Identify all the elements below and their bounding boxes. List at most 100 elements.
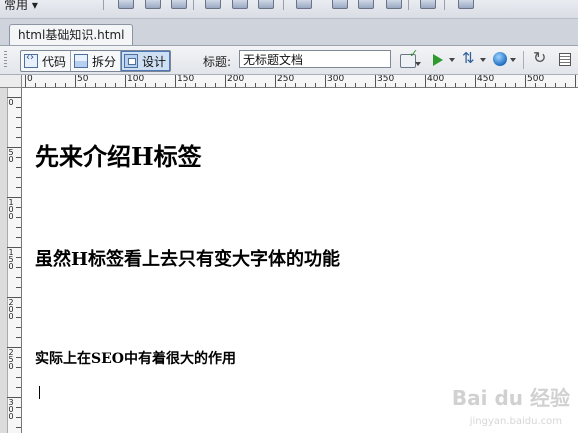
watermark-logo: Bai du 经验 bbox=[451, 386, 570, 410]
ruler-tick bbox=[16, 327, 21, 328]
ruler-tick bbox=[16, 237, 21, 238]
ruler-tick bbox=[16, 417, 21, 418]
ruler-tick bbox=[95, 83, 96, 87]
ruler-label: 50 bbox=[8, 148, 14, 164]
comment-icon[interactable] bbox=[386, 0, 402, 9]
document-toolbar: 代码 拆分 设计 标题: bbox=[0, 46, 578, 75]
ruler-tick bbox=[16, 177, 21, 178]
date-icon[interactable] bbox=[332, 0, 348, 9]
div-icon[interactable] bbox=[232, 0, 248, 9]
validate-markup-icon[interactable] bbox=[400, 47, 421, 68]
ruler-tick bbox=[375, 75, 376, 87]
ruler-label: 250 bbox=[8, 348, 14, 371]
ruler-tick bbox=[16, 317, 21, 318]
document-tab[interactable]: html基础知识.html bbox=[9, 24, 134, 45]
ruler-tick bbox=[16, 227, 21, 228]
view-options-icon[interactable] bbox=[557, 51, 575, 69]
code-view-button[interactable]: 代码 bbox=[21, 51, 72, 71]
ruler-tick bbox=[275, 75, 276, 87]
preview-in-browser-icon[interactable] bbox=[492, 51, 516, 69]
media-icon[interactable] bbox=[296, 0, 312, 9]
ruler-tick bbox=[16, 307, 21, 308]
ruler-tick bbox=[305, 83, 306, 87]
ruler-tick bbox=[35, 83, 36, 87]
ruler-tick bbox=[525, 75, 526, 87]
ruler-tick bbox=[405, 83, 406, 87]
ruler-origin[interactable] bbox=[0, 75, 22, 88]
document-tab-bar: html基础知识.html bbox=[0, 19, 578, 46]
ruler-tick bbox=[465, 83, 466, 87]
ruler-tick bbox=[355, 83, 356, 87]
horizontal-ruler[interactable]: 0 50 100 150 200 250 300 350 400 450 500 bbox=[22, 75, 578, 88]
ruler-tick bbox=[16, 427, 21, 428]
file-management-icon[interactable] bbox=[462, 49, 486, 69]
page-heading-h4[interactable]: 实际上在SEO中有着很大的作用 bbox=[35, 348, 236, 368]
document-title-input[interactable] bbox=[239, 50, 391, 68]
anchor-icon[interactable] bbox=[171, 0, 187, 9]
ruler-label: 300 bbox=[8, 398, 14, 421]
template-icon[interactable] bbox=[420, 0, 436, 9]
ruler-tick bbox=[16, 377, 21, 378]
ruler-tick bbox=[295, 83, 296, 87]
split-view-button[interactable]: 拆分 bbox=[71, 51, 122, 71]
ruler-tick bbox=[16, 217, 21, 218]
email-link-icon[interactable] bbox=[145, 0, 161, 9]
ruler-tick bbox=[75, 75, 76, 87]
ruler-tick bbox=[205, 83, 206, 87]
ruler-label: 150 bbox=[8, 248, 14, 271]
live-view-icon[interactable] bbox=[431, 51, 455, 69]
ruler-tick bbox=[115, 83, 116, 87]
ruler-tick bbox=[65, 83, 66, 87]
ruler-tick bbox=[16, 257, 21, 258]
toolbar-separator bbox=[408, 0, 409, 10]
toolbar-grip[interactable] bbox=[4, 51, 7, 69]
design-view-label: 设计 bbox=[142, 54, 167, 69]
ruler-tick bbox=[16, 137, 21, 138]
ruler-tick bbox=[155, 83, 156, 87]
ruler-tick bbox=[55, 83, 56, 87]
toolbar-separator bbox=[444, 0, 445, 10]
ruler-tick bbox=[16, 107, 21, 108]
ruler-label: 500 bbox=[527, 75, 545, 84]
ruler-tick bbox=[16, 187, 21, 188]
hyperlink-icon[interactable] bbox=[118, 0, 134, 9]
server-include-icon[interactable] bbox=[358, 0, 374, 9]
tag-chooser-icon[interactable] bbox=[458, 0, 474, 9]
ruler-label: 300 bbox=[327, 75, 345, 84]
ruler-label: 450 bbox=[477, 75, 495, 84]
ruler-tick bbox=[475, 75, 476, 87]
ruler-tick bbox=[125, 75, 126, 87]
ruler-tick bbox=[255, 83, 256, 87]
ruler-tick bbox=[16, 207, 21, 208]
split-view-icon bbox=[74, 54, 89, 68]
vertical-ruler[interactable]: 0 50 100 150 200 250 300 bbox=[0, 88, 22, 433]
ruler-tick bbox=[16, 357, 21, 358]
ruler-tick bbox=[565, 83, 566, 87]
toolbar-separator bbox=[523, 51, 524, 69]
insert-toolbar: 常用 ▾ bbox=[0, 0, 578, 19]
ruler-tick bbox=[195, 83, 196, 87]
ruler-tick bbox=[445, 83, 446, 87]
design-view-icon bbox=[124, 54, 139, 68]
ruler-tick bbox=[145, 83, 146, 87]
refresh-design-view-icon[interactable] bbox=[532, 48, 550, 69]
ruler-tick bbox=[345, 83, 346, 87]
ruler-label: 250 bbox=[277, 75, 295, 84]
design-canvas[interactable]: 先来介绍H标签 虽然H标签看上去只有变大字体的功能 实际上在SEO中有着很大的作… bbox=[23, 89, 578, 433]
image-icon[interactable] bbox=[258, 0, 274, 9]
page-heading-h1[interactable]: 先来介绍H标签 bbox=[35, 137, 202, 172]
watermark-url: jingyan.baidu.com bbox=[469, 416, 562, 427]
ruler-tick bbox=[165, 83, 166, 87]
design-view-button[interactable]: 设计 bbox=[121, 51, 171, 71]
ruler-tick bbox=[505, 83, 506, 87]
ruler-tick bbox=[16, 287, 21, 288]
ruler-label: 150 bbox=[177, 75, 195, 84]
view-mode-group: 代码 拆分 设计 bbox=[20, 50, 172, 72]
ruler-label: 100 bbox=[127, 75, 145, 84]
ruler-tick bbox=[16, 157, 21, 158]
table-icon[interactable] bbox=[205, 0, 221, 9]
ruler-tick bbox=[575, 75, 576, 87]
common-category-menu[interactable]: 常用 ▾ bbox=[4, 0, 38, 13]
title-label: 标题: bbox=[203, 55, 232, 69]
page-heading-h2[interactable]: 虽然H标签看上去只有变大字体的功能 bbox=[35, 245, 340, 271]
